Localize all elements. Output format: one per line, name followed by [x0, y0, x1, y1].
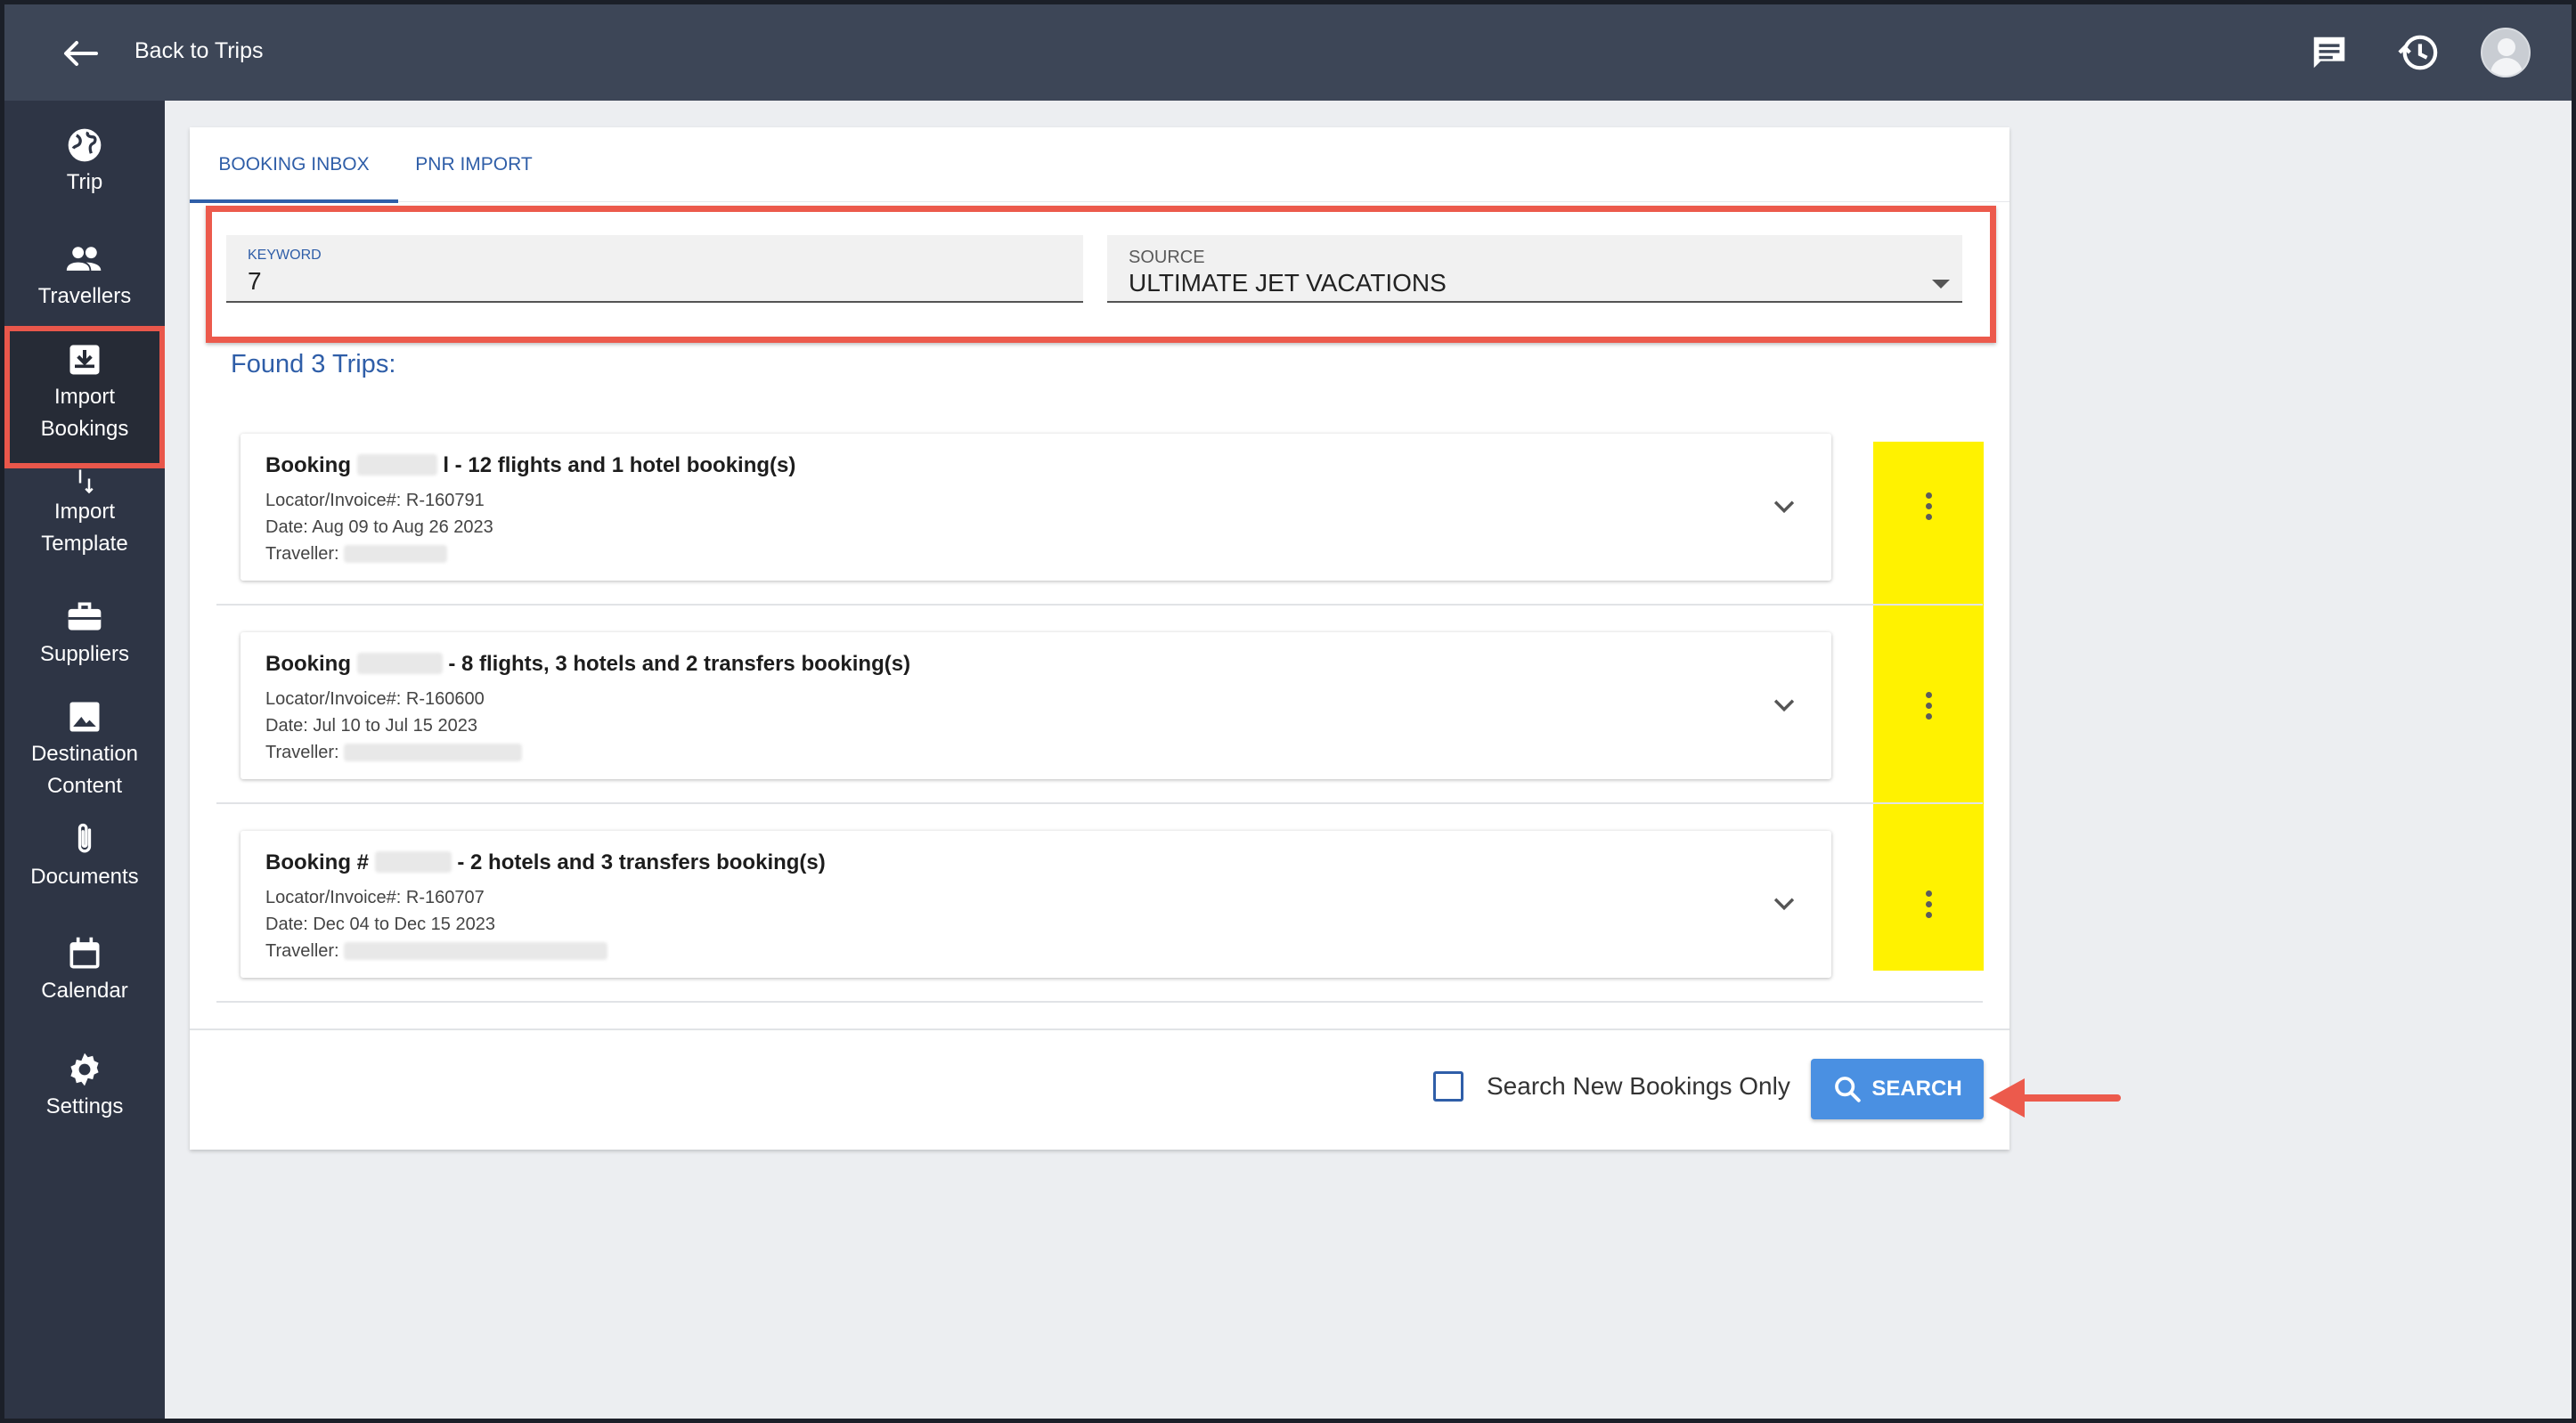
top-bar: Back to Trips [4, 4, 2572, 101]
keyword-label: KEYWORD [248, 248, 322, 263]
sidebar-item-calendar[interactable]: Calendar [4, 934, 165, 1007]
swap-vertical-icon [78, 469, 94, 494]
sidebar-item-label-line2: Template [41, 532, 128, 556]
sidebar-item-label-line2: Bookings [40, 417, 129, 441]
briefcase-icon [68, 602, 102, 630]
image-icon [69, 702, 100, 732]
row-divider [216, 604, 1983, 606]
sidebar-item-label: Trip [66, 170, 103, 194]
filter-section: KEYWORD 7 SOURCE ULTIMATE JET VACATIONS [206, 206, 1996, 343]
sidebar-item-label: Settings [45, 1094, 124, 1118]
booking-traveller: Traveller: [265, 544, 448, 565]
calendar-icon [69, 937, 100, 969]
search-button-label: SEARCH [1871, 1077, 1962, 1101]
booking-locator: Locator/Invoice#: R-160707 [265, 888, 485, 907]
user-avatar[interactable] [2481, 28, 2531, 77]
dropdown-caret-icon[interactable] [1932, 280, 1950, 289]
new-bookings-only-checkbox[interactable] [1433, 1071, 1463, 1102]
tab-pnr-import[interactable]: PNR IMPORT [398, 127, 550, 202]
source-select[interactable]: SOURCE ULTIMATE JET VACATIONS [1107, 235, 1962, 303]
chevron-down-icon[interactable] [1769, 888, 1799, 918]
row-divider [216, 1001, 1983, 1003]
booking-title: Booking l - 12 flights and 1 hotel booki… [265, 453, 796, 477]
sidebar-item-settings[interactable]: Settings [4, 1050, 165, 1123]
booking-traveller: Traveller: [265, 743, 523, 763]
back-arrow-icon[interactable] [58, 31, 102, 76]
search-icon [1835, 1077, 1862, 1102]
new-bookings-only-label: Search New Bookings Only [1487, 1072, 1790, 1100]
sidebar-item-documents[interactable]: Documents [4, 820, 165, 893]
sidebar-item-label: Documents [30, 865, 139, 889]
annotation-arrow-icon [1989, 1078, 2121, 1118]
booking-card[interactable]: Booking - 8 flights, 3 hotels and 2 tran… [240, 632, 1831, 779]
new-bookings-only-toggle[interactable]: Search New Bookings Only [1433, 1071, 1790, 1102]
results-count: Found 3 Trips: [231, 350, 396, 378]
sidebar-item-destination-content[interactable]: Destination Content [4, 697, 165, 802]
booking-locator: Locator/Invoice#: R-160791 [265, 491, 485, 510]
chevron-down-icon[interactable] [1769, 689, 1799, 720]
sidebar: Trip Travellers Import Bookings Import T… [4, 101, 165, 1419]
booking-date: Date: Aug 09 to Aug 26 2023 [265, 517, 493, 537]
gear-icon [70, 1053, 99, 1086]
sidebar-item-trip[interactable]: Trip [4, 126, 165, 199]
booking-traveller: Traveller: [265, 941, 608, 962]
keyword-input[interactable]: 7 [248, 267, 933, 296]
sidebar-item-import-template[interactable]: Import Template [4, 468, 165, 560]
keyword-field[interactable]: KEYWORD 7 [226, 235, 1083, 303]
sidebar-item-label-line1: Destination [30, 742, 139, 766]
sidebar-item-label-line2: Content [46, 774, 123, 798]
more-options-icon[interactable] [1912, 882, 1944, 926]
import-bookings-panel: BOOKING INBOX PNR IMPORT KEYWORD 7 SOURC… [190, 127, 2009, 1150]
chevron-down-icon[interactable] [1769, 491, 1799, 521]
paperclip-icon [77, 823, 92, 853]
sidebar-item-label: Calendar [41, 979, 128, 1003]
sidebar-item-label-line1: Import [53, 500, 115, 524]
sidebar-item-label: Travellers [37, 284, 132, 308]
footer-divider [190, 1029, 2009, 1030]
row-divider [216, 802, 1983, 804]
tab-booking-inbox[interactable]: BOOKING INBOX [190, 127, 398, 203]
globe-icon [68, 128, 102, 162]
back-to-trips-link[interactable]: Back to Trips [135, 38, 264, 64]
booking-date: Date: Jul 10 to Jul 15 2023 [265, 716, 477, 736]
booking-title: Booking # - 2 hotels and 3 transfers boo… [265, 850, 826, 874]
sidebar-item-label-line1: Import [53, 385, 115, 409]
search-button[interactable]: SEARCH [1811, 1059, 1984, 1119]
sidebar-item-label: Suppliers [39, 642, 130, 666]
source-label: SOURCE [1129, 248, 1205, 267]
booking-card[interactable]: Booking # - 2 hotels and 3 transfers boo… [240, 831, 1831, 978]
tab-bar: BOOKING INBOX PNR IMPORT [190, 127, 2009, 203]
more-options-icon[interactable] [1912, 484, 1944, 528]
more-options-icon[interactable] [1912, 683, 1944, 728]
sidebar-item-import-bookings[interactable]: Import Bookings [4, 326, 165, 468]
chat-icon[interactable] [2303, 26, 2356, 79]
app-window: Back to Trips Trip Travellers Import Boo… [0, 0, 2576, 1423]
sidebar-item-suppliers[interactable]: Suppliers [4, 598, 165, 671]
source-value: ULTIMATE JET VACATIONS [1129, 269, 1447, 297]
history-icon[interactable] [2392, 26, 2445, 79]
booking-date: Date: Dec 04 to Dec 15 2023 [265, 915, 495, 934]
booking-title: Booking - 8 flights, 3 hotels and 2 tran… [265, 652, 911, 676]
inbox-download-icon [69, 345, 100, 375]
people-icon [66, 247, 102, 271]
booking-locator: Locator/Invoice#: R-160600 [265, 689, 485, 709]
sidebar-item-travellers[interactable]: Travellers [4, 240, 165, 313]
booking-card[interactable]: Booking l - 12 flights and 1 hotel booki… [240, 434, 1831, 581]
